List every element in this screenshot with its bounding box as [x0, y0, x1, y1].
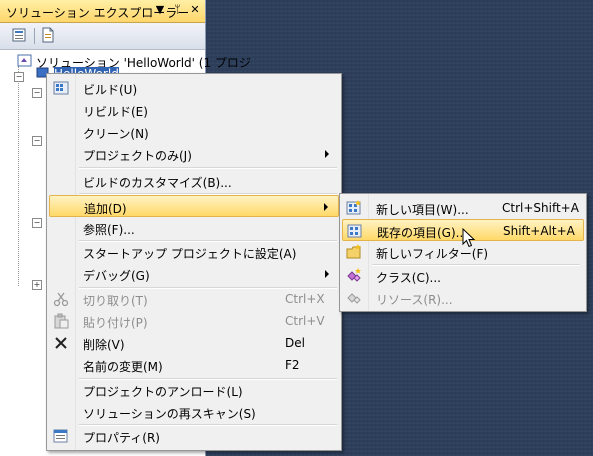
menu-item-label: ソリューションの再スキャン(S) [83, 407, 256, 421]
menu-item-delete[interactable]: 削除(V) Del [49, 332, 339, 354]
submenu-item-class[interactable]: クラス(C)... [342, 265, 584, 287]
menu-item-paste[interactable]: 貼り付け(P) Ctrl+V [49, 310, 339, 332]
menu-item-reference[interactable]: 参照(F)... [49, 217, 339, 239]
close-icon[interactable]: ✕ [189, 3, 201, 16]
resource-icon [347, 293, 361, 304]
submenu-item-label: クラス(C)... [376, 271, 441, 285]
panel-toolbar [0, 23, 205, 50]
submenu-item-shortcut: Shift+Alt+A [503, 224, 575, 238]
submenu-item-label: 既存の項目(G)... [377, 226, 468, 240]
submenu-arrow-icon [325, 270, 329, 278]
tree-expander-4[interactable]: + [32, 280, 42, 290]
submenu-arrow-icon [324, 203, 328, 211]
menu-item-shortcut: Ctrl+V [285, 314, 325, 328]
mouse-cursor-icon [462, 228, 476, 248]
tree-expander[interactable]: − [14, 72, 24, 82]
properties-icon [53, 429, 68, 443]
submenu-item-shortcut: Ctrl+Shift+A [502, 201, 579, 215]
menu-item-set-startup[interactable]: スタートアップ プロジェクトに設定(A) [49, 241, 339, 263]
pushpin-icon[interactable]: ᛘ [172, 3, 184, 16]
menu-separator [79, 167, 337, 169]
toolbar-separator [34, 28, 35, 44]
solution-icon [17, 54, 32, 67]
menu-item-cut[interactable]: 切り取り(T) Ctrl+X [49, 288, 339, 310]
menu-item-build[interactable]: ビルド(U) [49, 77, 339, 99]
menu-item-label: プロジェクトのアンロード(L) [83, 385, 243, 399]
menu-item-label: クリーン(N) [83, 127, 149, 141]
menu-item-rename[interactable]: 名前の変更(M) F2 [49, 354, 339, 376]
paste-icon [54, 313, 69, 329]
tree-expander-1[interactable]: − [32, 88, 42, 98]
menu-item-label: リビルド(E) [83, 105, 148, 119]
menu-item-label: 削除(V) [83, 338, 125, 352]
submenu-item-new-item[interactable]: 新しい項目(W)... Ctrl+Shift+A [342, 197, 584, 219]
menu-item-label: 追加(D) [84, 202, 127, 216]
menu-item-rebuild[interactable]: リビルド(E) [49, 99, 339, 121]
menu-item-shortcut: F2 [285, 358, 300, 372]
menu-item-label: 切り取り(T) [83, 294, 148, 308]
dropdown-arrow-icon[interactable]: ▼ [154, 3, 166, 16]
menu-item-label: 貼り付け(P) [83, 316, 148, 330]
menu-item-debug[interactable]: デバッグ(G) [49, 263, 339, 285]
menu-item-label: スタートアップ プロジェクトに設定(A) [83, 247, 297, 261]
show-all-files-icon[interactable] [40, 27, 56, 43]
menu-item-add[interactable]: 追加(D) [49, 195, 339, 217]
menu-item-label: プロジェクトのみ(J) [83, 149, 192, 163]
new-item-icon [346, 200, 361, 215]
menu-item-build-customization[interactable]: ビルドのカスタマイズ(B)... [49, 170, 339, 192]
tree-expander-3[interactable]: − [32, 218, 42, 228]
menu-item-clean[interactable]: クリーン(N) [49, 121, 339, 143]
submenu-arrow-icon [325, 150, 329, 158]
delete-x-icon [55, 337, 67, 349]
scissors-icon [53, 292, 69, 307]
menu-item-properties[interactable]: プロパティ(R) [49, 425, 339, 447]
context-menu: ビルド(U) リビルド(E) クリーン(N) プロジェクトのみ(J) ビルドのカ… [46, 73, 342, 451]
menu-item-label: ビルドのカスタマイズ(B)... [83, 176, 232, 190]
menu-item-unload-project[interactable]: プロジェクトのアンロード(L) [49, 379, 339, 401]
menu-item-label: 名前の変更(M) [83, 360, 163, 374]
new-folder-icon [346, 244, 361, 259]
submenu-item-resource[interactable]: リソース(R)... [342, 287, 584, 309]
tree-line [18, 66, 19, 286]
build-icon [53, 81, 69, 95]
menu-item-label: プロパティ(R) [83, 431, 160, 445]
class-icon [347, 268, 361, 282]
submenu-item-label: リソース(R)... [376, 293, 453, 307]
menu-item-shortcut: Del [285, 336, 305, 350]
menu-item-label: デバッグ(G) [83, 269, 150, 283]
menu-item-shortcut: Ctrl+X [285, 292, 325, 306]
existing-item-icon [347, 224, 362, 238]
menu-item-label: ビルド(U) [83, 83, 138, 97]
tree-expander-2[interactable]: − [32, 136, 42, 146]
submenu-item-label: 新しい項目(W)... [376, 203, 469, 217]
add-submenu: 新しい項目(W)... Ctrl+Shift+A 既存の項目(G)... Shi… [339, 193, 587, 312]
properties-toolbar-icon[interactable] [12, 27, 28, 43]
panel-title-bar[interactable]: ソリューション エクスプローラー ▼ ᛘ ✕ [0, 0, 205, 23]
menu-item-rescan-solution[interactable]: ソリューションの再スキャン(S) [49, 401, 339, 423]
menu-item-project-only[interactable]: プロジェクトのみ(J) [49, 143, 339, 165]
menu-item-label: 参照(F)... [83, 223, 135, 237]
